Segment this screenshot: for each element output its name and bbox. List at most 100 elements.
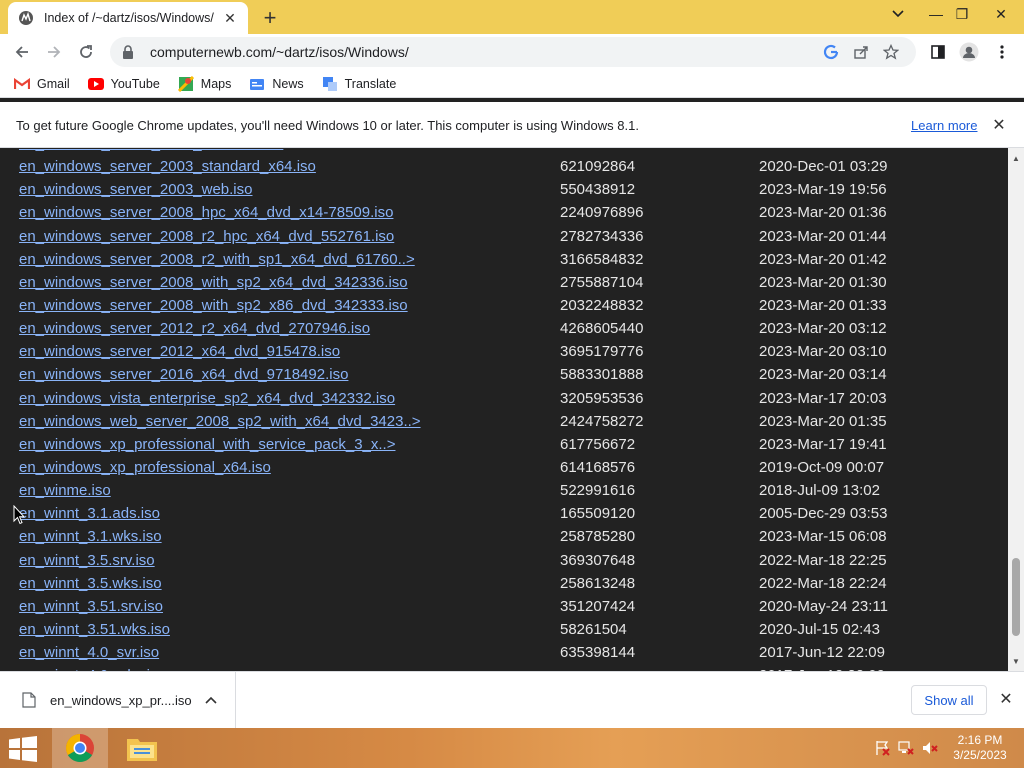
table-row: en_windows_server_2003_standard_x64.iso 6… xyxy=(0,155,1000,178)
new-tab-button[interactable]: + xyxy=(258,5,282,30)
table-row: en_winnt_3.1.wks.iso 258785280 2023-Mar-15… xyxy=(0,525,1000,548)
table-row: en_windows_web_server_2008_sp2_with_x64_… xyxy=(0,410,1000,433)
file-link[interactable]: en_winnt_3.5.wks.iso xyxy=(19,572,162,595)
table-row: en_windows_vista_enterprise_sp2_x64_dvd_… xyxy=(0,387,1000,410)
page-content: en_windows_server_2003_standard.isoxxxxx… xyxy=(0,148,1008,671)
tab-strip: Index of /~dartz/isos/Windows/ ✕ + — ❐ ✕ xyxy=(0,0,1024,34)
file-link[interactable]: en_windows_server_2008_with_sp2_x64_dvd_… xyxy=(19,271,408,294)
profile-button[interactable] xyxy=(955,38,983,66)
scroll-down-icon[interactable]: ▼ xyxy=(1008,653,1024,669)
url-text: computernewb.com/~dartz/isos/Windows/ xyxy=(150,44,409,60)
action-center-icon[interactable] xyxy=(873,740,891,756)
table-row: en_windows_xp_professional_with_service_… xyxy=(0,433,1000,456)
file-link[interactable]: en_windows_server_2016_x64_dvd_9718492.i… xyxy=(19,363,348,386)
start-button[interactable] xyxy=(8,736,38,762)
file-link[interactable]: en_winnt_3.51.srv.iso xyxy=(19,595,163,618)
taskbar-chrome[interactable] xyxy=(52,728,108,768)
scrollbar[interactable]: ▲ ▼ xyxy=(1008,148,1024,671)
taskbar-file-explorer[interactable] xyxy=(114,728,170,768)
file-date: 2017-Jun-12 22:09 xyxy=(759,644,885,662)
file-link[interactable]: en_windows_server_2003_standard.iso xyxy=(19,148,283,155)
menu-button[interactable] xyxy=(988,38,1016,66)
tab-close-icon[interactable]: ✕ xyxy=(222,10,238,26)
file-link[interactable]: en_windows_web_server_2008_sp2_with_x64_… xyxy=(19,410,421,433)
file-link[interactable]: en_windows_server_2008_r2_hpc_x64_dvd_55… xyxy=(19,225,394,248)
file-size: 3205953536 xyxy=(560,389,644,407)
file-link[interactable]: en_windows_xp_professional_x64.iso xyxy=(19,456,271,479)
infobar-close-icon[interactable]: ✕ xyxy=(990,116,1008,134)
file-size: 550438912 xyxy=(560,181,636,199)
file-link[interactable]: en_winnt_3.51.wks.iso xyxy=(19,618,170,641)
bookmark-news[interactable]: News xyxy=(249,76,304,92)
bookmarks-bar: Gmail YouTube Maps News Translate xyxy=(0,70,1024,98)
file-link[interactable]: en_windows_server_2003_standard_x64.iso xyxy=(19,155,316,178)
file-date: 2023-Mar-20 01:44 xyxy=(759,227,887,245)
volume-icon[interactable] xyxy=(921,740,939,756)
file-size: 3166584832 xyxy=(560,250,644,268)
file-link[interactable]: en_windows_server_2012_x64_dvd_915478.is… xyxy=(19,340,340,363)
file-link[interactable]: en_windows_server_2008_r2_with_sp1_x64_d… xyxy=(19,248,415,271)
table-row: en_winnt_4.0_wks.iso xxxxxxxxx 2017-Jun-12… xyxy=(0,664,1000,671)
share-icon[interactable] xyxy=(846,37,876,67)
file-link[interactable]: en_winnt_3.5.srv.iso xyxy=(19,549,155,572)
chevron-up-icon[interactable] xyxy=(201,696,221,704)
kebab-menu-icon xyxy=(1000,45,1004,59)
bookmark-youtube[interactable]: YouTube xyxy=(87,76,160,92)
close-window-button[interactable]: ✕ xyxy=(985,0,1017,28)
restore-button[interactable]: ❐ xyxy=(946,0,978,28)
download-filename: en_windows_xp_pr....iso xyxy=(50,692,192,708)
file-date: 2020-Jul-15 02:43 xyxy=(759,620,880,638)
bookmark-translate[interactable]: Translate xyxy=(322,76,397,92)
side-panel-button[interactable] xyxy=(924,38,952,66)
table-row: en_windows_server_2008_with_sp2_x64_dvd_… xyxy=(0,271,1000,294)
network-icon[interactable] xyxy=(897,740,915,756)
learn-more-link[interactable]: Learn more xyxy=(911,118,977,133)
taskbar: 2:16 PM 3/25/2023 xyxy=(0,728,1024,768)
file-size: 2240976896 xyxy=(560,204,644,222)
tab-search-button[interactable] xyxy=(882,0,914,28)
file-link[interactable]: en_winnt_3.1.wks.iso xyxy=(19,525,162,548)
google-lens-icon[interactable] xyxy=(816,37,846,67)
file-link[interactable]: en_winnt_4.0_svr.iso xyxy=(19,641,159,664)
file-link[interactable]: en_winnt_3.1.ads.iso xyxy=(19,502,160,525)
translate-icon xyxy=(322,76,338,92)
table-row: en_windows_server_2012_x64_dvd_915478.is… xyxy=(0,340,1000,363)
bookmark-star-icon[interactable] xyxy=(876,37,906,67)
toolbar: computernewb.com/~dartz/isos/Windows/ xyxy=(0,34,1024,70)
back-button[interactable] xyxy=(8,38,36,66)
file-link[interactable]: en_windows_server_2008_with_sp2_x86_dvd_… xyxy=(19,294,408,317)
tab-active[interactable]: Index of /~dartz/isos/Windows/ ✕ xyxy=(8,2,248,34)
system-clock[interactable]: 2:16 PM 3/25/2023 xyxy=(944,733,1016,763)
file-date: 2020-Dec-01 03:29 xyxy=(759,158,888,176)
file-link[interactable]: en_windows_server_2003_web.iso xyxy=(19,178,252,201)
file-date: 2023-Mar-20 01:35 xyxy=(759,412,887,430)
bookmark-label: News xyxy=(272,76,304,91)
file-size: 2032248832 xyxy=(560,296,644,314)
bookmark-label: Maps xyxy=(200,76,232,91)
file-link[interactable]: en_winnt_4.0_wks.iso xyxy=(19,664,166,671)
table-row: en_windows_server_2008_r2_with_sp1_x64_d… xyxy=(0,248,1000,271)
gmail-icon xyxy=(14,76,30,92)
infobar-message: To get future Google Chrome updates, you… xyxy=(16,118,639,133)
file-size: 165509120 xyxy=(560,505,636,523)
scrollbar-thumb[interactable] xyxy=(1012,558,1020,636)
file-link[interactable]: en_winme.iso xyxy=(19,479,111,502)
forward-button[interactable] xyxy=(40,38,68,66)
file-size: 3695179776 xyxy=(560,343,644,361)
show-all-button[interactable]: Show all xyxy=(911,685,987,715)
scroll-up-icon[interactable]: ▲ xyxy=(1008,150,1024,166)
file-link[interactable]: en_windows_xp_professional_with_service_… xyxy=(19,433,395,456)
file-link[interactable]: en_windows_vista_enterprise_sp2_x64_dvd_… xyxy=(19,387,395,410)
file-link[interactable]: en_windows_server_2008_hpc_x64_dvd_x14-7… xyxy=(19,201,393,224)
lock-icon xyxy=(120,44,136,60)
bookmark-maps[interactable]: Maps xyxy=(177,75,232,92)
reload-button[interactable] xyxy=(72,38,100,66)
bookmark-label: Translate xyxy=(344,76,397,91)
download-item[interactable]: en_windows_xp_pr....iso xyxy=(0,672,236,728)
file-date: 2023-Mar-20 01:36 xyxy=(759,204,887,222)
file-link[interactable]: en_windows_server_2012_r2_x64_dvd_270794… xyxy=(19,317,370,340)
shelf-close-icon[interactable]: ✕ xyxy=(998,691,1014,708)
file-size: 635398144 xyxy=(560,644,636,662)
bookmark-gmail[interactable]: Gmail xyxy=(14,76,70,92)
address-bar[interactable]: computernewb.com/~dartz/isos/Windows/ xyxy=(110,37,916,67)
